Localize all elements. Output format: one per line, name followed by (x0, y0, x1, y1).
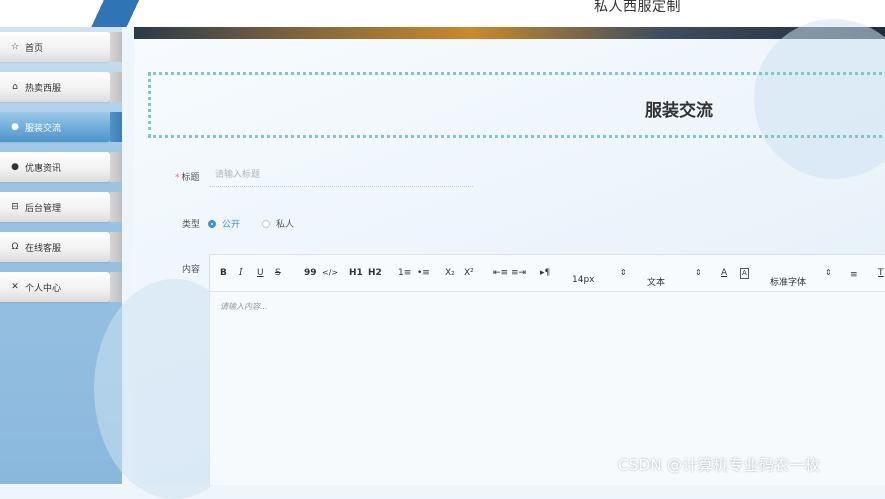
radio-public-label: 公开 (222, 220, 241, 230)
font-size-caret-icon[interactable]: ⇕ (620, 268, 627, 277)
headset-icon: Ω (11, 242, 19, 252)
align-button[interactable]: ≡ (850, 270, 858, 280)
sidebar-item-label: 优惠资讯 (25, 163, 62, 174)
person-icon: ✕ (11, 282, 19, 292)
top-bar: 私人西服定制 (0, 0, 885, 27)
editor-toolbar: B I U S 99 </> H1 H2 1≡ •≡ X₂ X² ⇤≡ ≡⇥ ▸… (210, 255, 885, 292)
content-label: 内容 (182, 265, 201, 275)
rich-text-editor[interactable]: B I U S 99 </> H1 H2 1≡ •≡ X₂ X² ⇤≡ ≡⇥ ▸… (209, 254, 885, 485)
sidebar-item-6[interactable]: ✕ 个人中心 (0, 272, 122, 302)
font-color-button[interactable]: A (721, 268, 727, 278)
watermark: CSDN @计算机专业码农一枚 (618, 456, 821, 474)
subscript-button[interactable]: X₂ (445, 268, 455, 278)
site-title: 私人西服定制 (594, 0, 681, 15)
blockquote-button[interactable]: 99 (304, 268, 317, 278)
sidebar-item-5[interactable]: Ω 在线客服 (0, 232, 122, 262)
type-label: 类型 (182, 220, 201, 230)
inbox-icon: ⊟ (11, 202, 19, 212)
italic-button[interactable]: I (239, 268, 243, 278)
indent-button[interactable]: ≡⇥ (511, 268, 526, 278)
question-circle-icon: ● (11, 162, 19, 172)
font-size-select[interactable]: 14px (572, 275, 595, 285)
ordered-list-button[interactable]: 1≡ (398, 268, 411, 278)
title-label-row: * 标题 (175, 170, 200, 183)
sidebar-item-4[interactable]: ⊟ 后台管理 (0, 192, 122, 222)
collapse-arrow-icon[interactable]: ‹ (8, 267, 14, 283)
radio-private-label: 私人 (276, 220, 295, 230)
sidebar-item-3[interactable]: ● 优惠资讯 (0, 152, 122, 182)
bag-icon: ⌂ (12, 82, 18, 92)
required-mark: * (175, 173, 180, 183)
page-title: 服装交流 (645, 101, 713, 121)
h2-button[interactable]: H2 (368, 268, 382, 278)
sidebar-item-0[interactable]: ☆ 首页 (0, 32, 122, 62)
radio-public[interactable]: 公开 (208, 217, 240, 230)
font-family-select[interactable]: 标准字体 (770, 275, 806, 288)
sidebar-item-label: 热卖西服 (25, 83, 62, 94)
radio-private[interactable]: 私人 (262, 217, 294, 230)
editor-placeholder: 请输入内容... (220, 302, 268, 311)
sidebar-item-label: 服装交流 (25, 123, 62, 134)
sidebar-item-label: 个人中心 (25, 283, 62, 294)
star-icon: ☆ (10, 42, 20, 52)
sidebar-item-2[interactable]: ● 服装交流 (0, 112, 122, 142)
title-input[interactable] (209, 163, 473, 187)
h1-button[interactable]: H1 (349, 268, 363, 278)
sidebar-item-label: 在线客服 (25, 243, 62, 254)
background-color-button[interactable]: A (740, 268, 749, 279)
banner-image (134, 27, 885, 39)
title-label: 标题 (181, 173, 200, 183)
header-decoration (84, 0, 154, 27)
outdent-button[interactable]: ⇤≡ (493, 268, 508, 278)
underline-button[interactable]: U (257, 268, 264, 278)
superscript-button[interactable]: X² (464, 268, 474, 278)
text-type-caret-icon[interactable]: ⇕ (695, 268, 702, 277)
code-button[interactable]: </> (322, 268, 338, 277)
radio-private-dot (262, 219, 270, 228)
direction-button[interactable]: ▸¶ (540, 268, 550, 278)
strike-button[interactable]: S (275, 268, 281, 278)
bullet-list-button[interactable]: •≡ (417, 268, 430, 278)
sidebar-item-1[interactable]: ⌂ 热卖西服 (0, 72, 122, 102)
sidebar-item-label: 后台管理 (25, 203, 62, 214)
radio-public-dot (208, 219, 216, 228)
page-title-frame (148, 72, 885, 138)
text-type-select[interactable]: 文本 (647, 275, 665, 288)
bold-button[interactable]: B (220, 268, 227, 278)
sidebar-item-label: 首页 (25, 43, 44, 54)
info-circle-icon: ● (11, 122, 19, 132)
font-family-caret-icon[interactable]: ⇕ (825, 268, 832, 277)
clear-format-button[interactable]: T (878, 268, 884, 278)
